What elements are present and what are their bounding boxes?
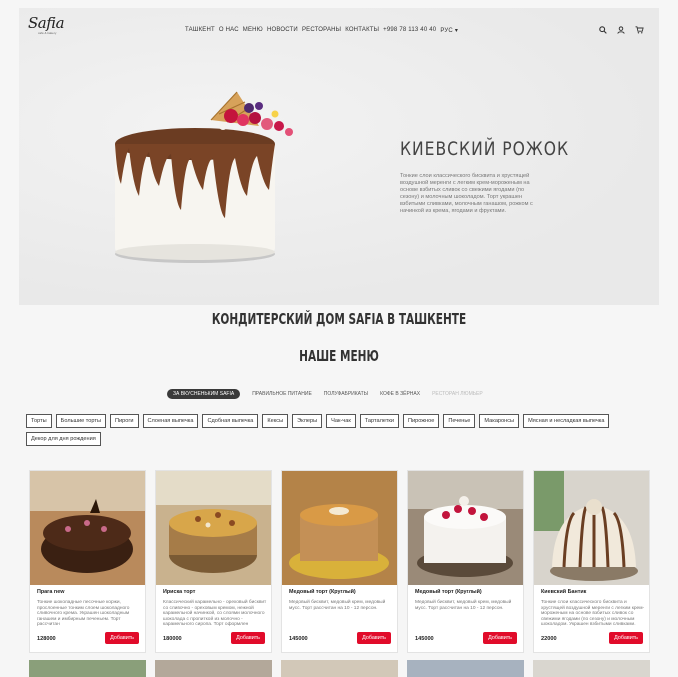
filter-puff-pastry[interactable]: Слоеная выпечка xyxy=(142,414,199,428)
product-description: Медовый бисквит, медовый крем, медовый м… xyxy=(289,600,386,611)
product-card[interactable]: Ириска торт Классический карамельно - ор… xyxy=(155,470,272,653)
hero-banner: Safia café & bakery ТАШКЕНТ О НАС МЕНЮ Н… xyxy=(19,8,659,305)
tab-coffee-beans[interactable]: КОФЕ В ЗЁРНАХ xyxy=(380,391,420,397)
section-title-menu: НАШЕ МЕНЮ xyxy=(299,347,379,365)
product-card[interactable]: Медовый торт (Круглый) Медовый бисквит, … xyxy=(281,470,398,653)
nav-phone[interactable]: +998 78 113 40 40 xyxy=(383,27,436,34)
product-name: Ириска торт xyxy=(163,589,196,595)
filter-birthday-decor[interactable]: Декор для дня рождения xyxy=(26,432,101,446)
subcategory-filters: Торты Большие торты Пироги Слоеная выпеч… xyxy=(26,414,646,446)
product-name: Медовый торт (Круглый) xyxy=(289,589,356,595)
product-card[interactable]: Киевский Бантик Тонкие слои классическог… xyxy=(533,470,650,653)
tab-safia[interactable]: ЗА ВКУСНЕНЬКИМ SAFIA xyxy=(167,389,241,399)
hero-cake-illustration xyxy=(115,91,293,263)
filter-pastry[interactable]: Пирожное xyxy=(402,414,440,428)
product-name: Киевский Бантик xyxy=(541,589,587,595)
add-to-cart-button[interactable]: Добавить xyxy=(483,632,517,644)
product-grid-next-row xyxy=(29,660,650,677)
product-price: 22000 xyxy=(541,636,557,642)
filter-pies[interactable]: Пироги xyxy=(109,414,139,428)
product-photo[interactable] xyxy=(407,660,524,677)
filter-cookies[interactable]: Печенье xyxy=(443,414,476,428)
nav-item-city[interactable]: ТАШКЕНТ xyxy=(185,27,215,34)
product-grid: Прага new Тонкие шоколадные песочные кор… xyxy=(29,470,650,653)
cart-icon[interactable] xyxy=(635,26,644,34)
product-price: 128000 xyxy=(37,636,56,642)
page: Safia café & bakery ТАШКЕНТ О НАС МЕНЮ Н… xyxy=(0,0,678,677)
product-name: Прага new xyxy=(37,589,65,595)
filter-cakes[interactable]: Торты xyxy=(26,414,52,428)
product-photo xyxy=(30,471,145,585)
tab-semi-finished[interactable]: ПОЛУФАБРИКАТЫ xyxy=(324,391,368,397)
nav-item-about[interactable]: О НАС xyxy=(219,27,239,34)
top-nav: ТАШКЕНТ О НАС МЕНЮ НОВОСТИ РЕСТОРАНЫ КОН… xyxy=(185,27,458,34)
product-photo[interactable] xyxy=(533,660,650,677)
filter-eclairs[interactable]: Эклеры xyxy=(292,414,323,428)
filter-tartlets[interactable]: Тарталетки xyxy=(359,414,399,428)
filter-chak-chak[interactable]: Чак-чак xyxy=(326,414,356,428)
product-photo xyxy=(156,471,271,585)
header-icons xyxy=(599,26,644,34)
search-icon[interactable] xyxy=(599,26,607,34)
product-photo xyxy=(282,471,397,585)
add-to-cart-button[interactable]: Добавить xyxy=(231,632,265,644)
product-price: 180000 xyxy=(163,636,182,642)
add-to-cart-button[interactable]: Добавить xyxy=(609,632,643,644)
hero-title: КИЕВСКИЙ РОЖОК xyxy=(400,138,569,160)
product-photo[interactable] xyxy=(29,660,146,677)
filter-savory[interactable]: Мясная и несладкая выпечка xyxy=(523,414,610,428)
product-photo xyxy=(534,471,649,585)
nav-item-contacts[interactable]: КОНТАКТЫ xyxy=(345,27,379,34)
product-description: Классический карамельно - ореховый бискв… xyxy=(163,600,267,628)
nav-item-restaurants[interactable]: РЕСТОРАНЫ xyxy=(302,27,341,34)
user-icon[interactable] xyxy=(617,26,625,34)
product-name: Медовый торт (Круглый) xyxy=(415,589,482,595)
nav-item-menu[interactable]: МЕНЮ xyxy=(243,27,263,34)
filter-big-cakes[interactable]: Большие торты xyxy=(55,414,106,428)
product-photo[interactable] xyxy=(155,660,272,677)
language-select[interactable]: РУС xyxy=(440,27,458,34)
tab-healthy[interactable]: ПРАВИЛЬНОЕ ПИТАНИЕ xyxy=(252,391,312,397)
add-to-cart-button[interactable]: Добавить xyxy=(105,632,139,644)
product-price: 145000 xyxy=(415,636,434,642)
filter-cupcakes[interactable]: Кексы xyxy=(262,414,289,428)
product-price: 145000 xyxy=(289,636,308,642)
nav-item-news[interactable]: НОВОСТИ xyxy=(267,27,298,34)
section-title-house: КОНДИТЕРСКИЙ ДОМ SAFIA В ТАШКЕНТЕ xyxy=(211,310,467,328)
product-description: Медовый бисквит, медовый крем, медовый м… xyxy=(415,600,512,611)
product-photo xyxy=(408,471,523,585)
product-description: Тонкие шоколадные песочные коржи, просло… xyxy=(37,600,130,628)
product-card[interactable]: Медовый торт (Круглый) Медовый бисквит, … xyxy=(407,470,524,653)
product-photo[interactable] xyxy=(281,660,398,677)
product-description: Тонкие слои классического бисквита и хру… xyxy=(541,600,645,628)
add-to-cart-button[interactable]: Добавить xyxy=(357,632,391,644)
logo-wordmark: Safia xyxy=(28,14,65,32)
hero-description: Тонкие слои классического бисквита и хру… xyxy=(400,173,533,214)
tab-lumiere[interactable]: РЕСТОРАН ЛЮМЬЕР xyxy=(432,391,483,397)
filter-sweet-pastry[interactable]: Сдобная выпечка xyxy=(202,414,259,428)
logo[interactable]: Safia café & bakery xyxy=(28,14,68,38)
category-tabs: ЗА ВКУСНЕНЬКИМ SAFIA ПРАВИЛЬНОЕ ПИТАНИЕ … xyxy=(167,389,483,399)
filter-macarons[interactable]: Макаронсы xyxy=(479,414,520,428)
product-card[interactable]: Прага new Тонкие шоколадные песочные кор… xyxy=(29,470,146,653)
